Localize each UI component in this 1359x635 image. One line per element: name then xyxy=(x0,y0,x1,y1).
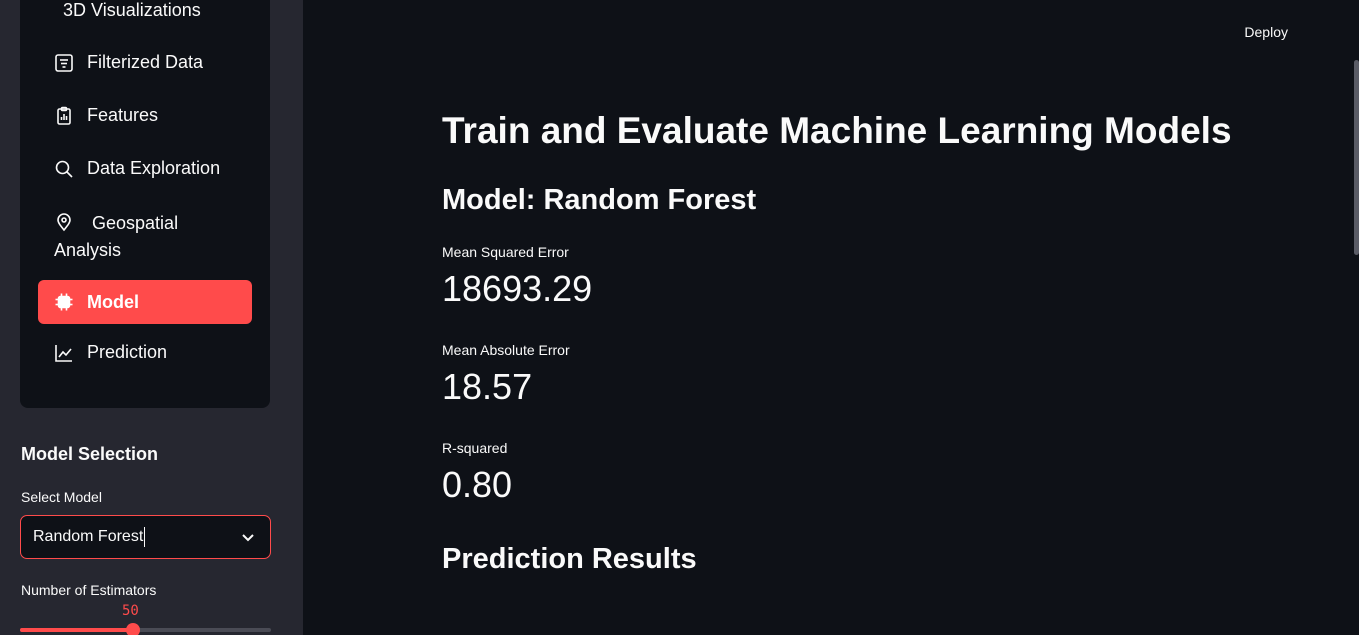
chip-icon xyxy=(54,292,74,312)
main-content: Deploy Train and Evaluate Machine Learni… xyxy=(303,0,1359,635)
sidebar: 3D Visualizations Filterized Data Featur… xyxy=(0,0,303,635)
menu-item-label: Prediction xyxy=(87,342,168,362)
search-icon xyxy=(54,159,74,179)
metric-label-r-squared: R-squared xyxy=(442,440,508,456)
menu-item-label: Data Exploration xyxy=(87,158,221,178)
navigation-menu: 3D Visualizations Filterized Data Featur… xyxy=(20,0,270,408)
page-title: Train and Evaluate Machine Learning Mode… xyxy=(442,110,1232,151)
scrollbar[interactable] xyxy=(1354,60,1359,255)
model-heading: Model: Random Forest xyxy=(442,184,757,216)
filter-list-icon xyxy=(54,53,74,73)
metric-label-mae: Mean Absolute Error xyxy=(442,342,570,358)
select-model-label: Select Model xyxy=(21,489,102,505)
estimators-slider-value: 50 xyxy=(122,603,139,619)
model-select-value: Random Forest xyxy=(33,528,144,545)
results-heading: Prediction Results xyxy=(442,543,697,575)
metric-value-mse: 18693.29 xyxy=(442,268,593,309)
metric-value-r-squared: 0.80 xyxy=(442,464,513,505)
deploy-button[interactable]: Deploy xyxy=(1244,24,1288,40)
menu-item-label: Model xyxy=(87,291,139,312)
model-select[interactable]: Random Forest xyxy=(20,515,271,559)
map-pin-icon xyxy=(54,212,74,232)
menu-item-prediction[interactable]: Prediction xyxy=(54,342,268,363)
metric-value-mae: 18.57 xyxy=(442,366,533,407)
menu-item-data-exploration[interactable]: Data Exploration xyxy=(54,158,268,179)
section-title: Model Selection xyxy=(21,444,159,464)
trend-chart-icon xyxy=(54,343,74,363)
menu-item-geospatial-analysis[interactable]: Geospatial Analysis xyxy=(54,210,234,264)
menu-item-label: 3D Visualizations xyxy=(63,0,201,20)
metric-label-mse: Mean Squared Error xyxy=(442,244,569,260)
estimators-label: Number of Estimators xyxy=(21,582,157,598)
chevron-down-icon[interactable] xyxy=(240,529,256,545)
clipboard-chart-icon xyxy=(54,106,74,126)
menu-item-label: Features xyxy=(87,105,159,125)
menu-item-label: Filterized Data xyxy=(87,52,204,72)
menu-item-3d-visualizations[interactable]: 3D Visualizations xyxy=(63,0,277,21)
estimators-slider-track[interactable] xyxy=(20,628,271,632)
text-cursor xyxy=(144,527,146,547)
menu-item-features[interactable]: Features xyxy=(54,105,268,126)
menu-item-filterized-data[interactable]: Filterized Data xyxy=(54,52,268,73)
menu-item-model[interactable]: Model xyxy=(38,280,252,324)
estimators-slider-fill xyxy=(20,628,133,632)
estimators-slider-thumb[interactable] xyxy=(125,623,140,635)
